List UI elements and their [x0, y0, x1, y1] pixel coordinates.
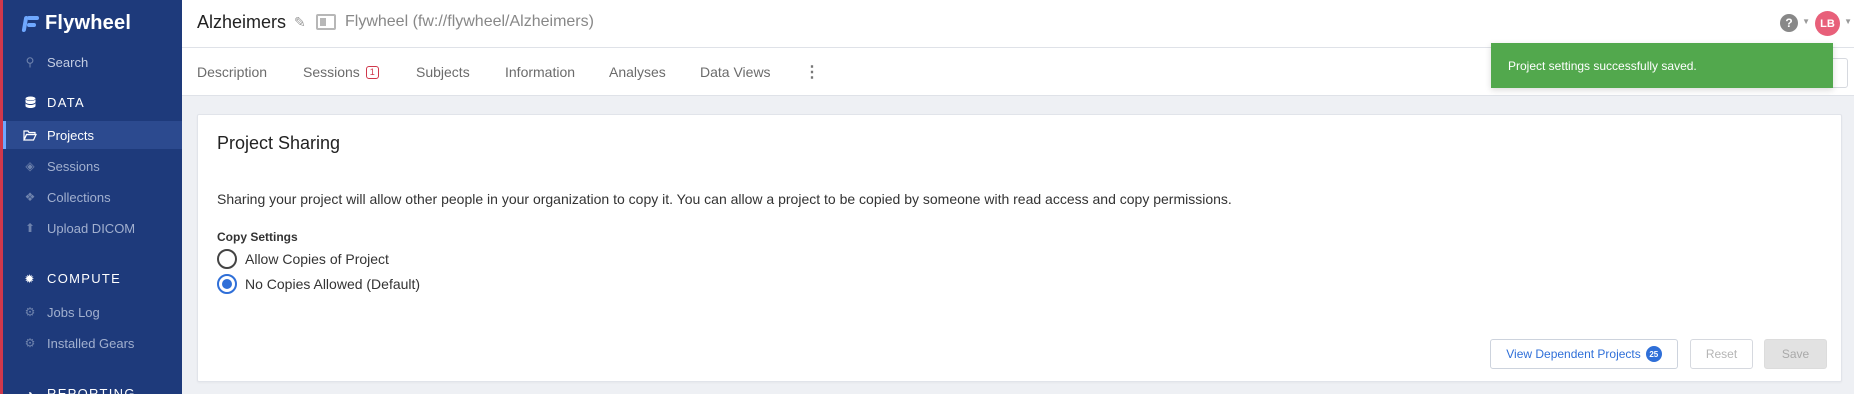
project-title: Alzheimers — [197, 12, 287, 32]
section-label: REPORTING — [47, 386, 136, 394]
button-label: View Dependent Projects — [1506, 347, 1641, 361]
flywheel-logo[interactable]: Flywheel — [21, 12, 132, 35]
tab-label: Description — [197, 64, 268, 80]
database-icon — [23, 96, 37, 110]
sharing-description: Sharing your project will allow other pe… — [217, 191, 1232, 207]
copy-settings-label: Copy Settings — [217, 230, 298, 244]
radio-button-checked[interactable] — [217, 274, 237, 294]
success-toast[interactable]: Project settings successfully saved. — [1491, 43, 1833, 88]
tab-data-views[interactable]: Data Views — [700, 64, 771, 80]
radio-no-copies[interactable]: No Copies Allowed (Default) — [217, 274, 420, 294]
more-options-icon[interactable]: ⋮ — [804, 62, 820, 82]
toast-message: Project settings successfully saved. — [1508, 58, 1697, 73]
help-icon[interactable]: ? — [1780, 14, 1798, 32]
sidebar-section-compute: ✹ COMPUTE — [23, 271, 121, 286]
tab-label: Subjects — [416, 64, 470, 80]
id-card-icon[interactable] — [316, 14, 336, 30]
logo-text: Flywheel — [45, 12, 132, 34]
sidebar-section-reporting: ◔ REPORTING — [23, 386, 136, 394]
sidebar-section-data: DATA — [23, 95, 85, 110]
tab-label: Analyses — [609, 64, 666, 80]
sessions-count-badge: 1 — [365, 65, 379, 79]
sidebar-item-sessions[interactable]: ◈ Sessions — [3, 152, 182, 180]
gear-icon: ✹ — [24, 271, 36, 286]
cube-icon: ◈ — [25, 159, 35, 173]
caret-down-icon[interactable]: ▼ — [1844, 17, 1852, 26]
sidebar-item-upload-dicom[interactable]: ⬆ Upload DICOM — [3, 214, 182, 242]
sidebar-item-projects[interactable]: Projects — [3, 121, 182, 149]
pencil-icon[interactable]: ✎ — [294, 14, 306, 31]
reset-button[interactable]: Reset — [1690, 339, 1753, 369]
sidebar: Flywheel ⚲ Search DATA Projects ◈ Sessio… — [0, 0, 182, 394]
sidebar-item-label: Sessions — [47, 158, 100, 174]
tab-information[interactable]: Information — [505, 64, 575, 80]
gear-icon: ⚙ — [24, 336, 36, 350]
section-label: COMPUTE — [47, 271, 122, 286]
user-avatar[interactable]: LB — [1815, 11, 1840, 36]
section-label: DATA — [47, 95, 85, 110]
view-dependent-projects-button[interactable]: View Dependent Projects 25 — [1490, 339, 1678, 369]
project-header: Alzheimers ✎ Flywheel (fw://flywheel/Alz… — [182, 0, 1854, 48]
search-icon: ⚲ — [25, 55, 35, 69]
sidebar-item-label: Collections — [47, 189, 111, 205]
tab-analyses[interactable]: Analyses — [609, 64, 666, 80]
card-title: Project Sharing — [217, 133, 341, 153]
radio-allow-copies[interactable]: Allow Copies of Project — [217, 249, 389, 269]
flywheel-logo-icon — [21, 14, 39, 34]
dependent-count-badge: 25 — [1645, 346, 1662, 362]
sidebar-item-label: Upload DICOM — [47, 220, 136, 236]
tab-label: Information — [505, 64, 576, 80]
sidebar-item-installed-gears[interactable]: ⚙ Installed Gears — [3, 329, 182, 357]
upload-icon: ⬆ — [24, 221, 36, 235]
folder-open-icon — [23, 128, 37, 142]
cubes-icon: ❖ — [24, 190, 36, 204]
tab-sessions[interactable]: Sessions 1 — [303, 64, 379, 80]
sidebar-item-label: Jobs Log — [47, 304, 100, 320]
radio-label: No Copies Allowed (Default) — [245, 276, 421, 292]
sidebar-item-label: Installed Gears — [47, 335, 135, 351]
radio-button[interactable] — [217, 249, 237, 269]
cogs-icon: ⚙ — [24, 305, 36, 319]
tab-subjects[interactable]: Subjects — [416, 64, 470, 80]
caret-down-icon[interactable]: ▼ — [1802, 17, 1810, 26]
sidebar-item-jobs-log[interactable]: ⚙ Jobs Log — [3, 298, 182, 326]
sidebar-item-label: Projects — [47, 127, 94, 143]
tab-label: Data Views — [700, 64, 771, 80]
sidebar-item-collections[interactable]: ❖ Collections — [3, 183, 182, 211]
radio-label: Allow Copies of Project — [245, 251, 389, 267]
tab-description[interactable]: Description — [197, 64, 267, 80]
sidebar-item-label: Search — [47, 54, 89, 70]
project-path: Flywheel (fw://flywheel/Alzheimers) — [345, 13, 594, 30]
save-button[interactable]: Save — [1764, 339, 1827, 369]
project-sharing-card: Project Sharing Sharing your project wil… — [197, 114, 1842, 382]
tab-label: Sessions — [303, 64, 360, 80]
chart-pie-icon: ◔ — [25, 386, 35, 394]
sidebar-item-search[interactable]: ⚲ Search — [3, 48, 182, 76]
